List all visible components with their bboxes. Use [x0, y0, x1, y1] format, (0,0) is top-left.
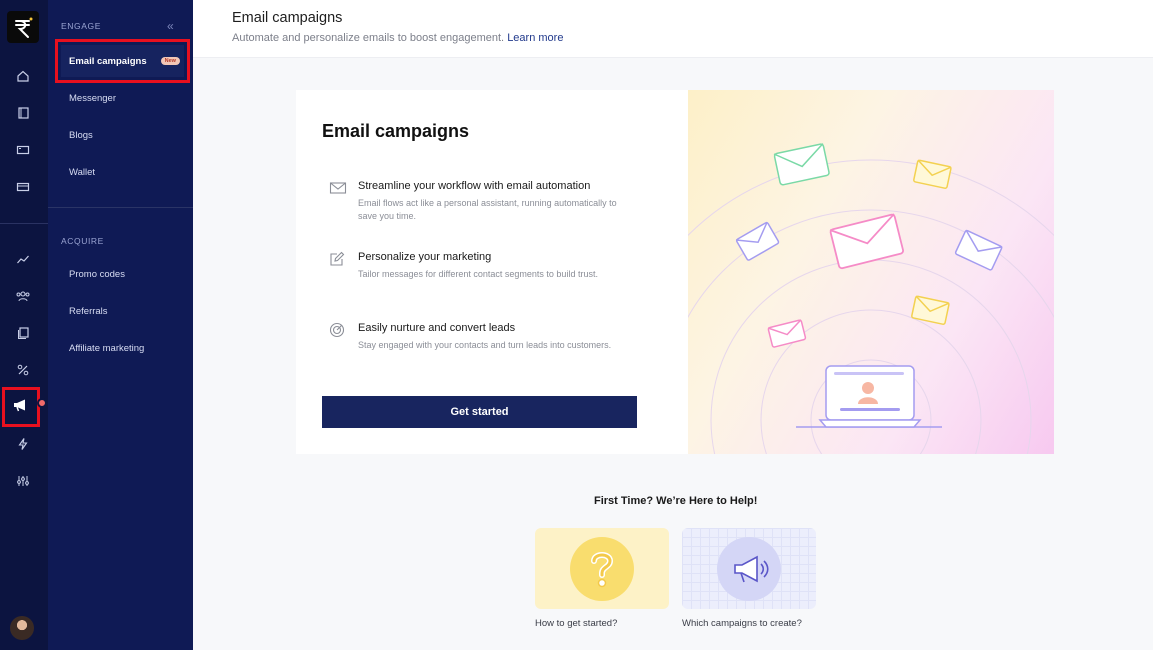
sidebar-item-blogs[interactable]: Blogs — [69, 130, 93, 141]
edit-icon — [329, 251, 345, 267]
learn-more-link[interactable]: Learn more — [507, 32, 563, 44]
sliders-icon[interactable] — [12, 470, 34, 492]
active-section-highlight — [2, 387, 40, 427]
page-subtitle: Automate and personalize emails to boost… — [232, 32, 563, 44]
envelope-icon — [954, 229, 1003, 271]
section-label-engage: ENGAGE — [61, 21, 101, 31]
hero-illustration — [610, 90, 1054, 454]
bolt-icon[interactable] — [12, 433, 34, 455]
envelope-icon — [913, 159, 952, 189]
copy-icon[interactable] — [12, 322, 34, 344]
envelope-icon — [773, 143, 830, 186]
icon-rail — [0, 0, 48, 650]
new-badge: New — [160, 57, 180, 65]
card-content: Email campaigns Streamline your workflow… — [296, 90, 688, 454]
home-icon[interactable] — [12, 65, 34, 87]
avatar[interactable] — [10, 616, 34, 640]
help-section-title: First Time? We’re Here to Help! — [594, 495, 758, 507]
email-icon — [329, 180, 347, 196]
feature-description: Stay engaged with your contacts and turn… — [358, 340, 612, 350]
email-campaigns-card: Email campaigns Streamline your workflow… — [296, 90, 1054, 454]
feature-title: Easily nurture and convert leads — [358, 322, 516, 334]
sidebar-item-affiliate-marketing[interactable]: Affiliate marketing — [69, 343, 144, 354]
help-tile-get-started[interactable] — [535, 528, 669, 609]
collapse-icon[interactable]: « — [167, 19, 174, 33]
ticket-icon[interactable] — [12, 139, 34, 161]
book-icon[interactable] — [12, 102, 34, 124]
sidebar-item-label: Email campaigns — [69, 55, 147, 67]
target-icon — [329, 322, 345, 338]
laptop-icon — [796, 365, 942, 428]
nav-divider — [48, 207, 193, 208]
logo-icon[interactable] — [7, 11, 39, 43]
get-started-button[interactable]: Get started — [322, 396, 637, 428]
page-title: Email campaigns — [232, 10, 343, 26]
rail-divider — [0, 223, 48, 224]
feature-description: Email flows act like a personal assistan… — [358, 198, 617, 221]
sidebar-item-email-campaigns[interactable]: Email campaigns New — [55, 39, 190, 83]
megaphone-icon[interactable] — [12, 398, 30, 417]
notification-dot — [37, 398, 47, 408]
page-header: Email campaigns Automate and personalize… — [193, 0, 1153, 58]
help-tile-label[interactable]: Which campaigns to create? — [682, 618, 802, 629]
section-label-acquire: ACQUIRE — [61, 236, 104, 246]
envelope-icon — [829, 213, 904, 270]
envelope-icon — [735, 221, 780, 261]
megaphone-icon — [717, 537, 781, 601]
help-tile-which-campaigns[interactable] — [682, 528, 816, 609]
feature-title: Personalize your marketing — [358, 251, 492, 263]
card-title: Email campaigns — [322, 121, 470, 141]
sidebar-item-wallet[interactable]: Wallet — [69, 167, 95, 178]
envelope-icon — [767, 319, 807, 348]
chart-icon[interactable] — [12, 248, 34, 270]
percent-icon[interactable] — [12, 359, 34, 381]
sidebar-nav: ENGAGE « Email campaigns New Messenger B… — [48, 0, 193, 650]
sidebar-item-messenger[interactable]: Messenger — [69, 93, 116, 104]
feature-title: Streamline your workflow with email auto… — [358, 180, 591, 192]
page-subtitle-text: Automate and personalize emails to boost… — [232, 32, 505, 44]
sidebar-item-promo-codes[interactable]: Promo codes — [69, 269, 125, 280]
users-icon[interactable] — [12, 285, 34, 307]
sidebar-item-referrals[interactable]: Referrals — [69, 306, 108, 317]
help-tile-label[interactable]: How to get started? — [535, 618, 617, 629]
feature-description: Tailor messages for different contact se… — [358, 269, 598, 279]
card-icon[interactable] — [12, 176, 34, 198]
question-icon — [570, 537, 634, 601]
